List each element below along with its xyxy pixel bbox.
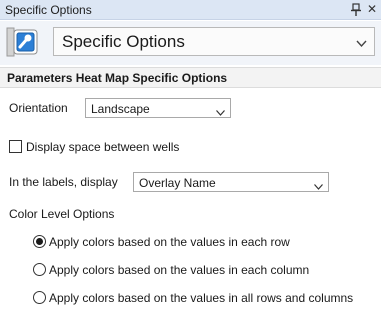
color-level-title: Color Level Options: [9, 207, 115, 221]
panel-titlebar: Specific Options ✕: [0, 0, 381, 20]
radio-all-rows-columns[interactable]: [33, 291, 46, 304]
close-icon[interactable]: ✕: [365, 2, 379, 17]
view-selector-dropdown[interactable]: Specific Options: [53, 27, 375, 56]
orientation-label: Orientation: [9, 101, 68, 115]
radio-each-column[interactable]: [33, 263, 46, 276]
wrench-settings-icon: [6, 26, 40, 58]
chevron-down-icon: [314, 179, 323, 190]
radio-each-row-label[interactable]: Apply colors based on the values in each…: [49, 235, 290, 249]
section-header: Parameters Heat Map Specific Options: [0, 67, 381, 88]
view-selector-bar: Specific Options: [0, 21, 381, 65]
labels-display-select[interactable]: Overlay Name: [133, 172, 329, 192]
pin-icon[interactable]: [349, 2, 363, 17]
display-space-checkbox[interactable]: [9, 140, 22, 153]
orientation-select[interactable]: Landscape: [85, 98, 231, 118]
radio-each-row[interactable]: [33, 235, 46, 248]
display-space-label[interactable]: Display space between wells: [26, 140, 179, 154]
radio-each-column-label[interactable]: Apply colors based on the values in each…: [49, 263, 309, 277]
radio-selected-dot: [36, 238, 43, 245]
panel-title: Specific Options: [5, 3, 92, 17]
orientation-value: Landscape: [91, 102, 150, 116]
labels-display-value: Overlay Name: [139, 176, 216, 190]
radio-all-rows-columns-label[interactable]: Apply colors based on the values in all …: [49, 291, 353, 305]
chevron-down-icon: [356, 37, 367, 48]
section-title: Parameters Heat Map Specific Options: [7, 71, 228, 85]
view-selector-value: Specific Options: [62, 32, 185, 51]
chevron-down-icon: [216, 105, 225, 116]
labels-display-label: In the labels, display: [9, 175, 118, 189]
